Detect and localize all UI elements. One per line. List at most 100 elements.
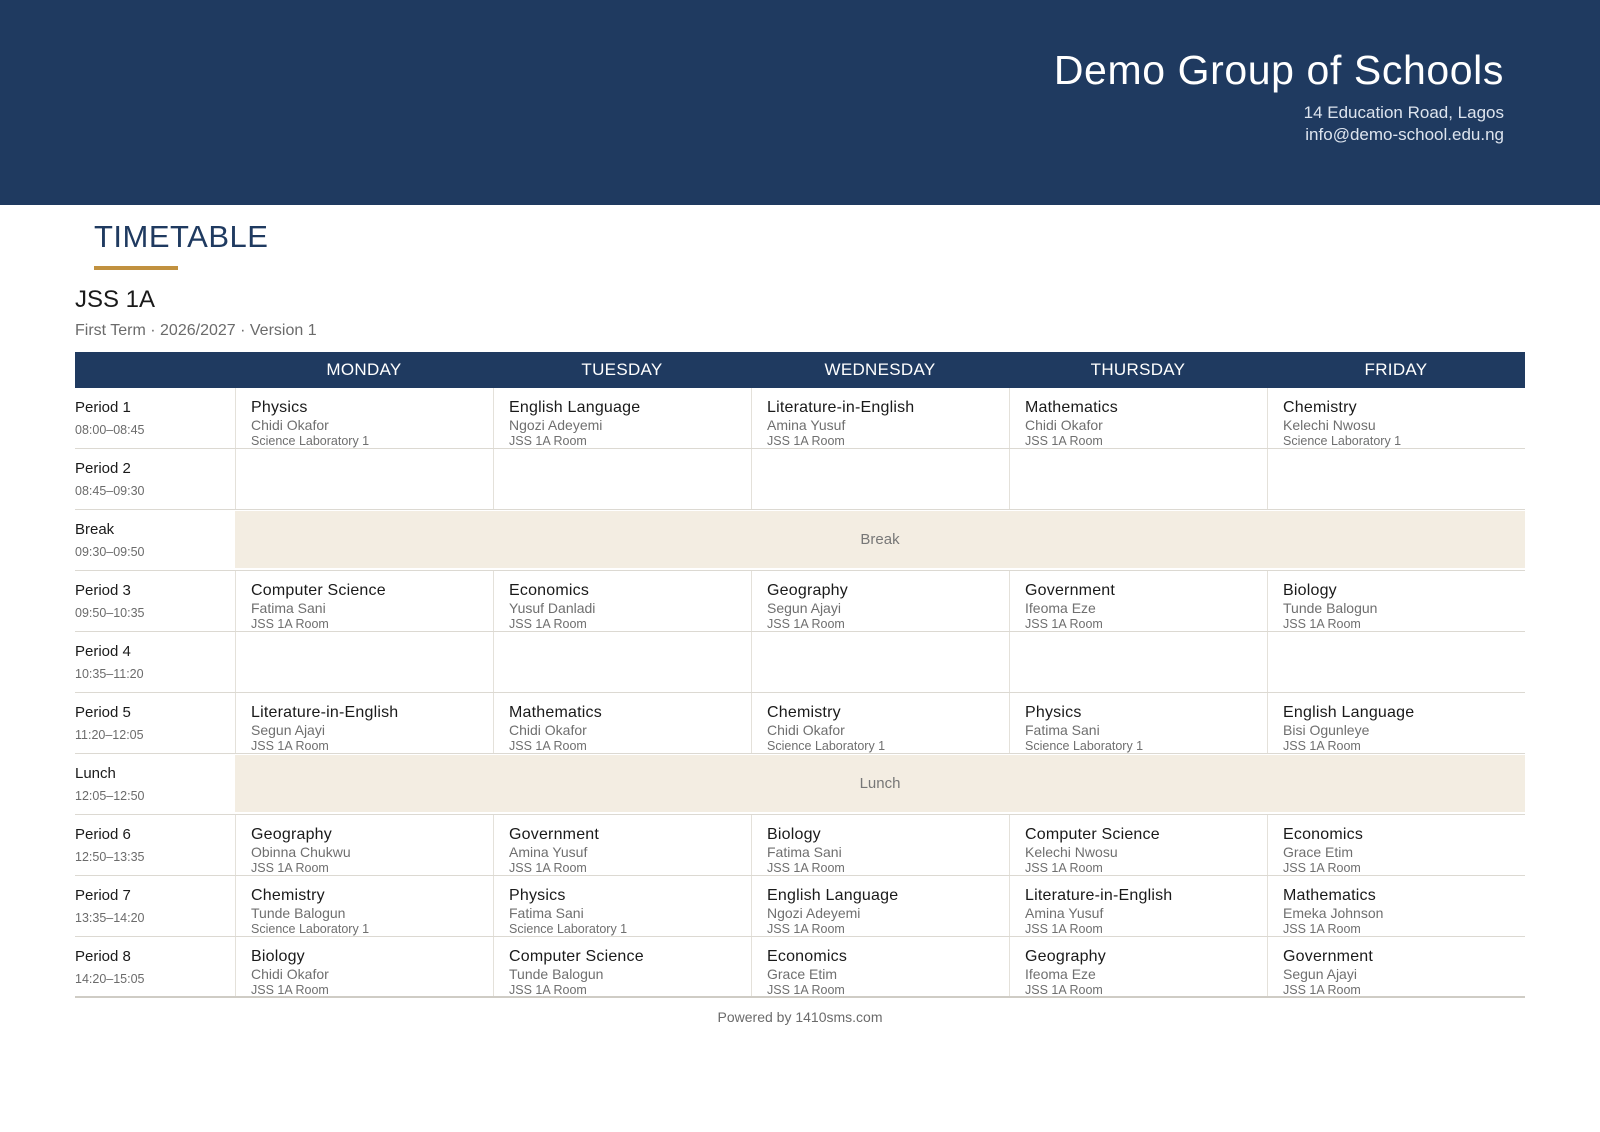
lesson-subject: Literature-in-English <box>251 704 399 721</box>
period-label-cell: Period 5 11:20–12:05 <box>75 693 235 753</box>
lesson-subject: Physics <box>251 399 308 416</box>
lesson-room: JSS 1A Room <box>767 617 845 631</box>
lesson-cell <box>1267 632 1525 692</box>
timetable-grid: MONDAY TUESDAY WEDNESDAY THURSDAY FRIDAY… <box>75 352 1525 998</box>
lesson-cell: Economics Grace Etim JSS 1A Room <box>1267 815 1525 875</box>
lesson-room: JSS 1A Room <box>1025 434 1103 448</box>
lesson-cell: English Language Ngozi Adeyemi JSS 1A Room <box>493 388 751 448</box>
lesson-teacher: Obinna Chukwu <box>251 844 351 860</box>
period-name: Period 1 <box>75 399 131 416</box>
header-spacer <box>75 352 235 388</box>
header-banner: Demo Group of Schools 14 Education Road,… <box>0 0 1600 205</box>
period-label-cell: Period 4 10:35–11:20 <box>75 632 235 692</box>
lesson-subject: Biology <box>251 948 305 965</box>
lesson-room: JSS 1A Room <box>1283 861 1361 875</box>
lesson-subject: Chemistry <box>251 887 325 904</box>
period-row: Period 2 08:45–09:30 <box>75 449 1525 510</box>
lesson-teacher: Tunde Balogun <box>1283 600 1378 616</box>
lesson-cell: Geography Ifeoma Eze JSS 1A Room <box>1009 937 1267 996</box>
lesson-teacher: Segun Ajayi <box>251 722 325 738</box>
lesson-cell: English Language Ngozi Adeyemi JSS 1A Room <box>751 876 1009 936</box>
lesson-teacher: Tunde Balogun <box>251 905 346 921</box>
lesson-cell: Computer Science Tunde Balogun JSS 1A Room <box>493 937 751 996</box>
lesson-room: Science Laboratory 1 <box>1025 739 1144 753</box>
lesson-room: JSS 1A Room <box>509 739 587 753</box>
period-name: Period 5 <box>75 704 131 721</box>
period-time: 11:20–12:05 <box>75 728 144 742</box>
lesson-teacher: Chidi Okafor <box>251 966 329 982</box>
lesson-cell <box>493 632 751 692</box>
period-time: 09:30–09:50 <box>75 545 145 559</box>
lesson-teacher: Emeka Johnson <box>1283 905 1384 921</box>
lesson-subject: Chemistry <box>767 704 841 721</box>
lesson-subject: Literature-in-English <box>767 399 915 416</box>
lesson-subject: Computer Science <box>1025 826 1160 843</box>
lesson-cell: Mathematics Chidi Okafor JSS 1A Room <box>1009 388 1267 448</box>
lesson-room: JSS 1A Room <box>1283 983 1361 996</box>
lesson-subject: Biology <box>1283 582 1337 599</box>
period-row: Period 6 12:50–13:35 Geography Obinna Chukw… <box>75 815 1525 876</box>
lesson-subject: Mathematics <box>1025 399 1118 416</box>
period-name: Period 8 <box>75 948 131 965</box>
lesson-cell <box>1009 632 1267 692</box>
timetable-rows: Period 1 08:00–08:45 Physics Chidi Okafor Sc… <box>75 388 1525 998</box>
lesson-teacher: Amina Yusuf <box>1025 905 1104 921</box>
lesson-room: Science Laboratory 1 <box>251 922 370 936</box>
lesson-cell: Economics Grace Etim JSS 1A Room <box>751 937 1009 996</box>
lesson-room: JSS 1A Room <box>1283 617 1361 631</box>
period-row: Period 7 13:35–14:20 Chemistry Tunde Balogu… <box>75 876 1525 937</box>
term-info: First Term · 2026/2027 · Version 1 <box>75 322 317 339</box>
lesson-teacher: Segun Ajayi <box>767 600 841 616</box>
day-header: MONDAY <box>326 360 402 379</box>
period-label-cell: Break 09:30–09:50 <box>75 510 235 570</box>
page-title: TIMETABLE <box>94 219 269 254</box>
day-header: FRIDAY <box>1364 360 1428 379</box>
period-time: 12:50–13:35 <box>75 850 145 864</box>
period-time: 14:20–15:05 <box>75 972 145 986</box>
lesson-room: JSS 1A Room <box>509 434 587 448</box>
lesson-teacher: Chidi Okafor <box>251 417 329 433</box>
lesson-cell: English Language Bisi Ogunleye JSS 1A Room <box>1267 693 1525 753</box>
lesson-room: JSS 1A Room <box>251 983 329 996</box>
period-row: Period 3 09:50–10:35 Computer Science Fatim… <box>75 571 1525 632</box>
lesson-cell <box>1009 449 1267 509</box>
lesson-cell: Chemistry Tunde Balogun Science Laboratory… <box>235 876 493 936</box>
lesson-teacher: Grace Etim <box>1283 844 1354 860</box>
period-time: 13:35–14:20 <box>75 911 145 925</box>
lesson-cell <box>751 632 1009 692</box>
day-header: TUESDAY <box>581 360 663 379</box>
lesson-cell: Mathematics Emeka Johnson JSS 1A Room <box>1267 876 1525 936</box>
lesson-cell <box>235 632 493 692</box>
period-time: 08:00–08:45 <box>75 423 145 437</box>
lesson-teacher: Kelechi Nwosu <box>1283 417 1376 433</box>
lesson-teacher: Chidi Okafor <box>767 722 845 738</box>
lesson-cell: Government Ifeoma Eze JSS 1A Room <box>1009 571 1267 631</box>
lesson-cell: Literature-in-English Amina Yusuf JSS 1A R… <box>1009 876 1267 936</box>
period-label-cell: Period 2 08:45–09:30 <box>75 449 235 509</box>
lesson-teacher: Ifeoma Eze <box>1025 600 1096 616</box>
lesson-teacher: Kelechi Nwosu <box>1025 844 1118 860</box>
lesson-subject: Economics <box>1283 826 1364 843</box>
lesson-cell: Chemistry Chidi Okafor Science Laboratory … <box>751 693 1009 753</box>
lesson-teacher: Ngozi Adeyemi <box>767 905 861 921</box>
lesson-subject: Government <box>509 826 600 843</box>
lesson-room: JSS 1A Room <box>509 983 587 996</box>
lesson-subject: Physics <box>509 887 566 904</box>
period-label-cell: Period 8 14:20–15:05 <box>75 937 235 996</box>
lesson-teacher: Segun Ajayi <box>1283 966 1357 982</box>
lesson-teacher: Chidi Okafor <box>1025 417 1103 433</box>
lesson-cell: Biology Tunde Balogun JSS 1A Room <box>1267 571 1525 631</box>
lesson-room: JSS 1A Room <box>1025 861 1103 875</box>
period-label-cell: Lunch 12:05–12:50 <box>75 754 235 814</box>
period-time: 12:05–12:50 <box>75 789 145 803</box>
period-name: Break <box>75 521 115 538</box>
lesson-cell: Physics Chidi Okafor Science Laboratory 1 <box>235 388 493 448</box>
day-header-row: MONDAY TUESDAY WEDNESDAY THURSDAY FRIDAY <box>75 352 1525 388</box>
lesson-teacher: Chidi Okafor <box>509 722 587 738</box>
lesson-subject: Chemistry <box>1283 399 1357 416</box>
lesson-cell: Biology Chidi Okafor JSS 1A Room <box>235 937 493 996</box>
lesson-room: JSS 1A Room <box>767 922 845 936</box>
school-address: 14 Education Road, Lagos <box>1303 103 1504 122</box>
lesson-room: Science Laboratory 1 <box>767 739 886 753</box>
lesson-subject: Mathematics <box>509 704 602 721</box>
